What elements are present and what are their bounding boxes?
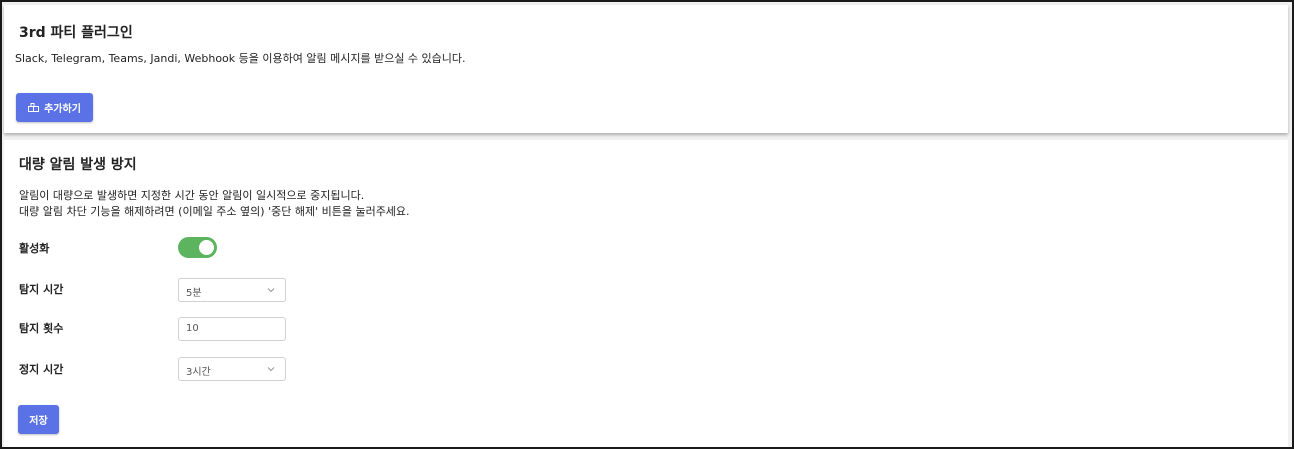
flood-section-title: 대량 알림 발생 방지 bbox=[19, 157, 137, 173]
chevron-down-icon bbox=[266, 285, 276, 295]
detect-time-select[interactable]: 5분 bbox=[178, 278, 286, 302]
plugin-section-title: 3rd 파티 플러그인 bbox=[19, 25, 133, 41]
flood-description-line-1: 알림이 대량으로 발생하면 지정한 시간 동안 알림이 일시적으로 중지됩니다. bbox=[19, 189, 365, 202]
save-button[interactable]: 저장 bbox=[18, 405, 59, 434]
toggle-knob bbox=[199, 240, 214, 255]
stop-time-select[interactable]: 3시간 bbox=[178, 357, 286, 381]
stop-time-label: 정지 시간 bbox=[19, 363, 64, 376]
detect-time-label: 탐지 시간 bbox=[19, 283, 64, 296]
settings-frame: 3rd 파티 플러그인 Slack, Telegram, Teams, Jand… bbox=[0, 0, 1294, 449]
enabled-label: 활성화 bbox=[19, 242, 50, 255]
plugin-section-description: Slack, Telegram, Teams, Jandi, Webhook 등… bbox=[15, 52, 466, 65]
flood-description-line-2: 대량 알림 차단 기능을 해제하려면 (이메일 주소 옆의) '중단 해제' 비… bbox=[19, 205, 410, 218]
flood-prevention-card: 대량 알림 발생 방지 알림이 대량으로 발생하면 지정한 시간 동안 알림이 … bbox=[4, 140, 1288, 447]
plugin-add-icon bbox=[28, 102, 40, 113]
plugin-card: 3rd 파티 플러그인 Slack, Telegram, Teams, Jand… bbox=[4, 5, 1288, 133]
detect-count-label: 탐지 횟수 bbox=[19, 322, 64, 335]
detect-count-input[interactable]: 10 bbox=[178, 317, 286, 341]
stop-time-value: 3시간 bbox=[186, 367, 211, 378]
chevron-down-icon bbox=[266, 364, 276, 374]
detect-count-value: 10 bbox=[186, 323, 199, 334]
add-plugin-button-label: 추가하기 bbox=[44, 104, 81, 115]
enabled-toggle[interactable] bbox=[178, 237, 217, 258]
add-plugin-button[interactable]: 추가하기 bbox=[16, 93, 93, 122]
detect-time-value: 5분 bbox=[186, 288, 202, 299]
save-button-label: 저장 bbox=[29, 416, 48, 427]
